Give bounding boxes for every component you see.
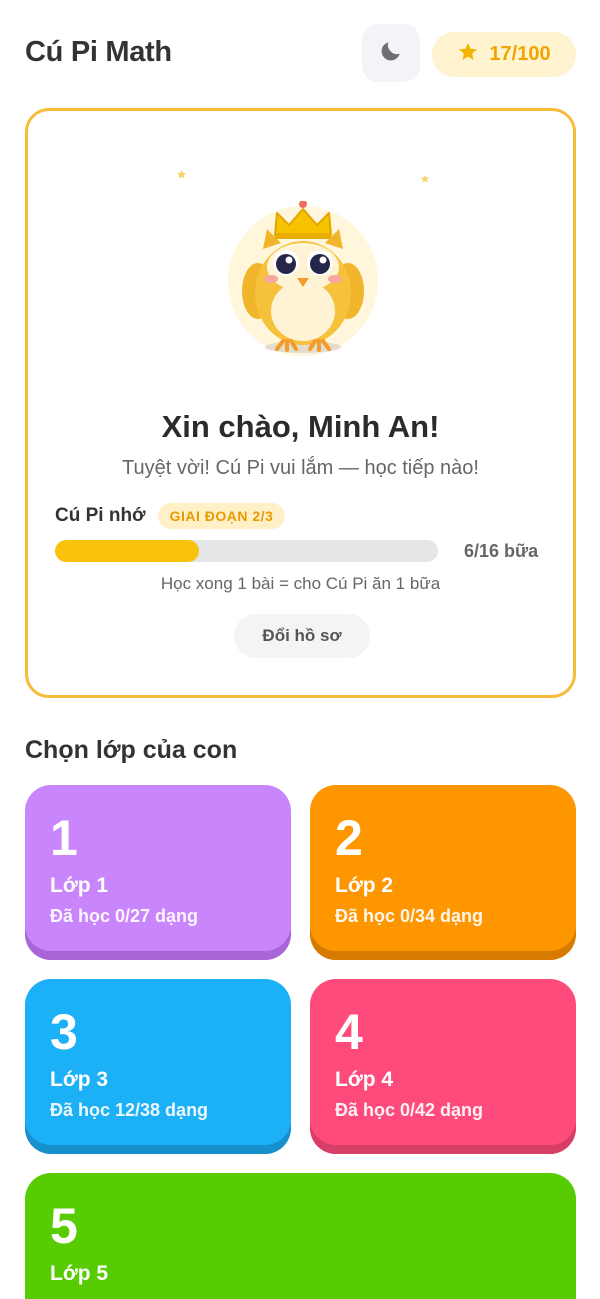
sparkle-icon bbox=[420, 171, 430, 189]
grade-card-1[interactable]: 1 Lớp 1 Đã học 0/27 dạng bbox=[25, 785, 291, 960]
grade-name: Lớp 5 bbox=[50, 1262, 109, 1285]
star-icon bbox=[457, 41, 479, 68]
grade-number: 2 bbox=[335, 810, 363, 866]
grade-card-3[interactable]: 3 Lớp 3 Đã học 12/38 dạng bbox=[25, 979, 291, 1154]
grade-card-4[interactable]: 4 Lớp 4 Đã học 0/42 dạng bbox=[310, 979, 576, 1154]
grade-number: 3 bbox=[50, 1004, 78, 1060]
grade-progress: Đã học 12/38 dạng bbox=[50, 1100, 209, 1120]
meal-count: 6/16 bữa bbox=[464, 541, 539, 561]
grade-name: Lớp 3 bbox=[50, 1068, 109, 1091]
change-profile-button[interactable]: Đổi hồ sơ bbox=[234, 614, 370, 658]
app-title: Cú Pi Math bbox=[25, 36, 172, 68]
stage-badge: GIAI ĐOẠN 2/3 bbox=[157, 503, 286, 529]
owl-mascot bbox=[223, 200, 383, 361]
grade-progress: Đã học 0/34 dạng bbox=[335, 906, 484, 926]
pet-name-label: Cú Pi nhớ bbox=[55, 505, 146, 526]
grade-card-5[interactable]: 5 Lớp 5 bbox=[25, 1173, 576, 1299]
grade-number: 4 bbox=[335, 1004, 363, 1060]
grade-name: Lớp 2 bbox=[335, 874, 394, 897]
grade-number: 1 bbox=[50, 810, 78, 866]
greeting-subtitle: Tuyệt vời! Cú Pi vui lắm — học tiếp nào! bbox=[122, 457, 479, 479]
pet-stage-row: Cú Pi nhớ GIAI ĐOẠN 2/3 bbox=[55, 502, 286, 530]
greeting-heading: Xin chào, Minh An! bbox=[161, 409, 440, 444]
theme-toggle-button[interactable] bbox=[362, 24, 420, 82]
feeding-hint: Học xong 1 bài = cho Cú Pi ăn 1 bữa bbox=[160, 574, 441, 593]
star-score-badge[interactable]: 17/100 bbox=[432, 32, 576, 77]
app-header: Cú Pi Math 17/100 bbox=[0, 0, 600, 110]
grade-name: Lớp 1 bbox=[50, 874, 109, 897]
grade-progress: Đã học 0/42 dạng bbox=[335, 1100, 484, 1120]
grade-number: 5 bbox=[50, 1198, 78, 1254]
moon-icon bbox=[378, 38, 404, 69]
grade-name: Lớp 4 bbox=[335, 1068, 394, 1091]
meal-progress-bar bbox=[55, 540, 438, 562]
grade-card-2[interactable]: 2 Lớp 2 Đã học 0/34 dạng bbox=[310, 785, 576, 960]
meal-progress-fill bbox=[55, 540, 199, 562]
grade-progress: Đã học 0/27 dạng bbox=[50, 906, 199, 926]
grade-section-title: Chọn lớp của con bbox=[25, 736, 238, 764]
pet-status-card: Xin chào, Minh An! Tuyệt vời! Cú Pi vui … bbox=[25, 108, 576, 698]
star-count: 17/100 bbox=[489, 43, 551, 65]
sparkle-icon bbox=[176, 167, 187, 185]
